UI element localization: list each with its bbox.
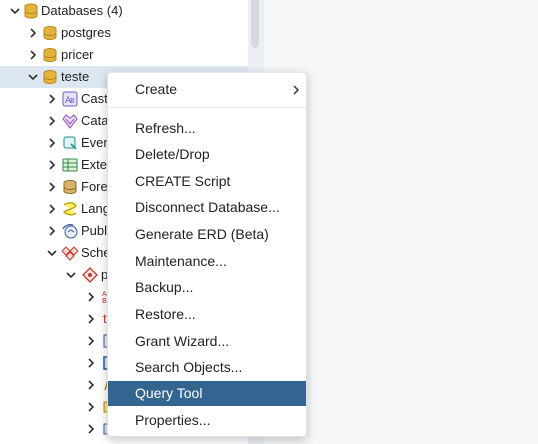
database-group-icon: [23, 3, 39, 19]
tree-node-label: postgres: [61, 25, 111, 40]
extension-icon: [62, 157, 78, 173]
chevron-right-icon[interactable]: [45, 198, 59, 220]
chevron-right-icon[interactable]: [45, 220, 59, 242]
chevron-right-icon[interactable]: [45, 154, 59, 176]
chevron-right-icon[interactable]: [84, 330, 98, 352]
menu-item-create-script[interactable]: CREATE Script: [108, 169, 306, 194]
svg-text:B: B: [70, 97, 75, 105]
event-trigger-icon: [62, 135, 78, 151]
menu-item-delete-drop[interactable]: Delete/Drop: [108, 142, 306, 167]
menu-item-restore[interactable]: Restore...: [108, 302, 306, 327]
chevron-right-icon[interactable]: [84, 308, 98, 330]
menu-item-label: Generate ERD (Beta): [135, 226, 269, 242]
database-icon: [42, 69, 58, 85]
menu-item-grant-wizard[interactable]: Grant Wizard...: [108, 329, 306, 354]
foreign-data-wrapper-icon: [62, 179, 78, 195]
publication-icon: [62, 223, 78, 239]
menu-item-label: Maintenance...: [135, 253, 227, 269]
menu-item-label: Create: [135, 81, 178, 97]
database-icon: [42, 47, 58, 63]
menu-item-disconnect-database[interactable]: Disconnect Database...: [108, 195, 306, 220]
chevron-down-icon[interactable]: [64, 264, 78, 286]
menu-item-maintenance[interactable]: Maintenance...: [108, 249, 306, 274]
menu-item-refresh[interactable]: Refresh...: [108, 116, 306, 141]
menu-item-search-objects[interactable]: Search Objects...: [108, 355, 306, 380]
chevron-right-icon[interactable]: [45, 110, 59, 132]
tree-node-label: Exte: [81, 157, 108, 172]
schemas-icon: [62, 245, 78, 261]
schema-icon: [82, 267, 98, 283]
menu-item-backup[interactable]: Backup...: [108, 275, 306, 300]
menu-item-label: Properties...: [135, 412, 211, 428]
tree-node-label: Lang: [81, 201, 110, 216]
menu-item-label: Query Tool: [135, 385, 203, 401]
menu-item-query-tool[interactable]: Query Tool: [108, 381, 306, 406]
menu-item-generate-erd[interactable]: Generate ERD (Beta): [108, 222, 306, 247]
tree-node-label: Fore: [81, 179, 108, 194]
menu-item-properties[interactable]: Properties...: [108, 408, 306, 433]
menu-item-label: Grant Wizard...: [135, 333, 230, 349]
menu-item-label: Restore...: [135, 306, 196, 322]
language-icon: [62, 201, 78, 217]
tree-node-label: teste: [61, 69, 90, 84]
menu-item-label: Search Objects...: [135, 359, 243, 375]
menu-item-label: Disconnect Database...: [135, 199, 280, 215]
chevron-down-icon[interactable]: [45, 242, 59, 264]
cast-icon: AB: [62, 91, 78, 107]
chevron-right-icon[interactable]: [45, 132, 59, 154]
chevron-down-icon[interactable]: [8, 0, 22, 22]
tree-node-label: Databases (4): [41, 3, 123, 18]
chevron-right-icon[interactable]: [45, 88, 59, 110]
tree-node-label: Publ: [81, 223, 108, 238]
tree-node-label: Cast: [81, 91, 108, 106]
tree-node-label: pricer: [61, 47, 94, 62]
tree-node-label: Ever: [81, 135, 108, 150]
tree-node-db-postgres[interactable]: postgres: [0, 22, 248, 44]
menu-item-create[interactable]: Create: [108, 77, 306, 102]
chevron-right-icon[interactable]: [84, 286, 98, 308]
tree-node-databases[interactable]: Databases (4): [0, 0, 248, 22]
chevron-right-icon[interactable]: [26, 44, 40, 66]
database-icon: [42, 25, 58, 41]
submenu-arrow-icon: [292, 84, 300, 99]
menu-item-label: Delete/Drop: [135, 146, 210, 162]
menu-item-label: Refresh...: [135, 120, 196, 136]
menu-item-label: CREATE Script: [135, 173, 231, 189]
chevron-right-icon[interactable]: [84, 352, 98, 374]
catalog-icon: [62, 113, 78, 129]
chevron-right-icon[interactable]: [84, 396, 98, 418]
chevron-right-icon[interactable]: [84, 418, 98, 440]
chevron-right-icon[interactable]: [26, 22, 40, 44]
menu-separator: [108, 107, 306, 108]
chevron-down-icon[interactable]: [26, 66, 40, 88]
context-menu: Create Refresh... Delete/Drop CREATE Scr…: [107, 72, 307, 437]
panel-splitter-handle[interactable]: [251, 0, 259, 48]
menu-item-label: Backup...: [135, 279, 194, 295]
chevron-right-icon[interactable]: [45, 176, 59, 198]
tree-node-label: Cata: [81, 113, 109, 128]
tree-node-db-pricer[interactable]: pricer: [0, 44, 248, 66]
chevron-right-icon[interactable]: [84, 374, 98, 396]
